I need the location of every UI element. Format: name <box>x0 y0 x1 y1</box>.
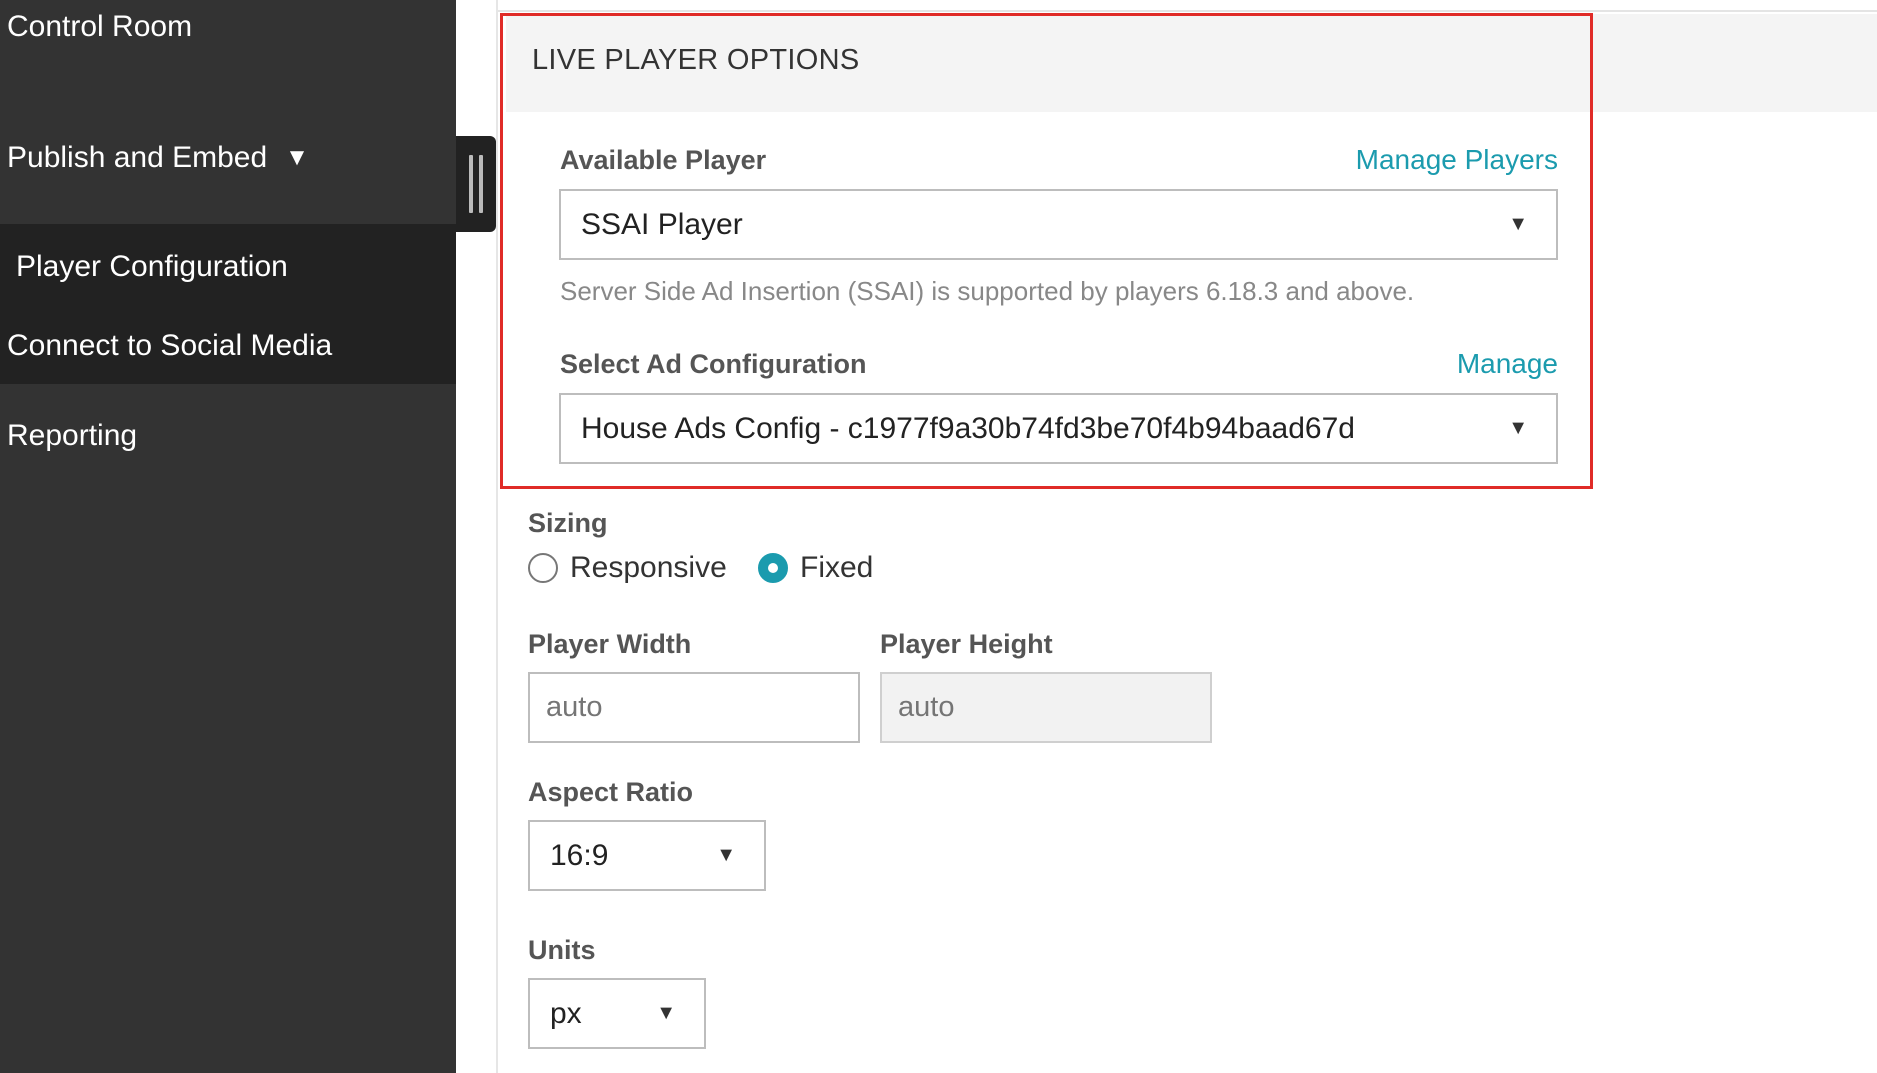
player-height-label: Player Height <box>880 629 1053 659</box>
sizing-fixed-radio[interactable]: Fixed <box>758 551 873 585</box>
ad-config-label: Select Ad Configuration <box>560 349 867 379</box>
player-width-input[interactable] <box>528 672 860 743</box>
radio-label: Fixed <box>800 551 874 584</box>
sidebar-item-label: Publish and Embed <box>7 141 268 174</box>
available-player-select[interactable]: SSAI Player ▼ <box>559 189 1558 260</box>
sizing-label: Sizing <box>528 508 608 538</box>
available-player-label: Available Player <box>560 145 767 175</box>
units-value: px <box>550 996 582 1030</box>
handle-grip-icon <box>469 155 473 213</box>
dropdown-arrow-icon: ▼ <box>1508 213 1528 235</box>
sizing-responsive-radio[interactable]: Responsive <box>528 551 727 585</box>
radio-unchecked-icon <box>528 553 558 583</box>
section-title: LIVE PLAYER OPTIONS <box>532 44 860 76</box>
ad-config-value: House Ads Config - c1977f9a30b74fd3be70f… <box>581 411 1355 445</box>
sidebar-item-connect-social-media[interactable]: Connect to Social Media <box>0 318 456 374</box>
sidebar-item-label: Connect to Social Media <box>7 329 333 362</box>
dropdown-arrow-icon: ▼ <box>716 844 736 866</box>
manage-players-link[interactable]: Manage Players <box>1356 144 1558 176</box>
manage-ad-config-link[interactable]: Manage <box>1457 348 1558 380</box>
sidebar-collapse-handle[interactable] <box>456 136 496 232</box>
sidebar-item-control-room[interactable]: Control Room <box>0 0 456 56</box>
units-label: Units <box>528 935 596 965</box>
sidebar: Control Room Publish and Embed ▼ Player … <box>0 0 456 1073</box>
dropdown-arrow-icon: ▼ <box>656 1002 676 1024</box>
divider <box>498 10 1877 12</box>
player-width-field[interactable] <box>546 691 858 724</box>
sidebar-item-publish-and-embed[interactable]: Publish and Embed ▼ <box>0 130 456 186</box>
sidebar-item-reporting[interactable]: Reporting <box>0 408 456 464</box>
player-height-field <box>898 691 1210 724</box>
aspect-ratio-label: Aspect Ratio <box>528 777 694 807</box>
radio-label: Responsive <box>570 551 727 584</box>
sidebar-item-label: Control Room <box>7 10 193 43</box>
ad-config-select[interactable]: House Ads Config - c1977f9a30b74fd3be70f… <box>559 393 1558 464</box>
aspect-ratio-value: 16:9 <box>550 838 609 872</box>
sidebar-item-label: Reporting <box>7 419 138 452</box>
radio-checked-icon <box>758 553 788 583</box>
handle-grip-icon <box>479 155 483 213</box>
aspect-ratio-select[interactable]: 16:9 ▼ <box>528 820 766 891</box>
player-height-input <box>880 672 1212 743</box>
units-select[interactable]: px ▼ <box>528 978 706 1049</box>
caret-down-icon: ▼ <box>285 144 309 171</box>
available-player-value: SSAI Player <box>581 207 743 241</box>
dropdown-arrow-icon: ▼ <box>1508 417 1528 439</box>
sidebar-item-player-configuration[interactable]: Player Configuration <box>0 239 456 295</box>
sidebar-item-label: Player Configuration <box>16 250 288 283</box>
ssai-help-text: Server Side Ad Insertion (SSAI) is suppo… <box>560 276 1415 306</box>
player-width-label: Player Width <box>528 629 692 659</box>
